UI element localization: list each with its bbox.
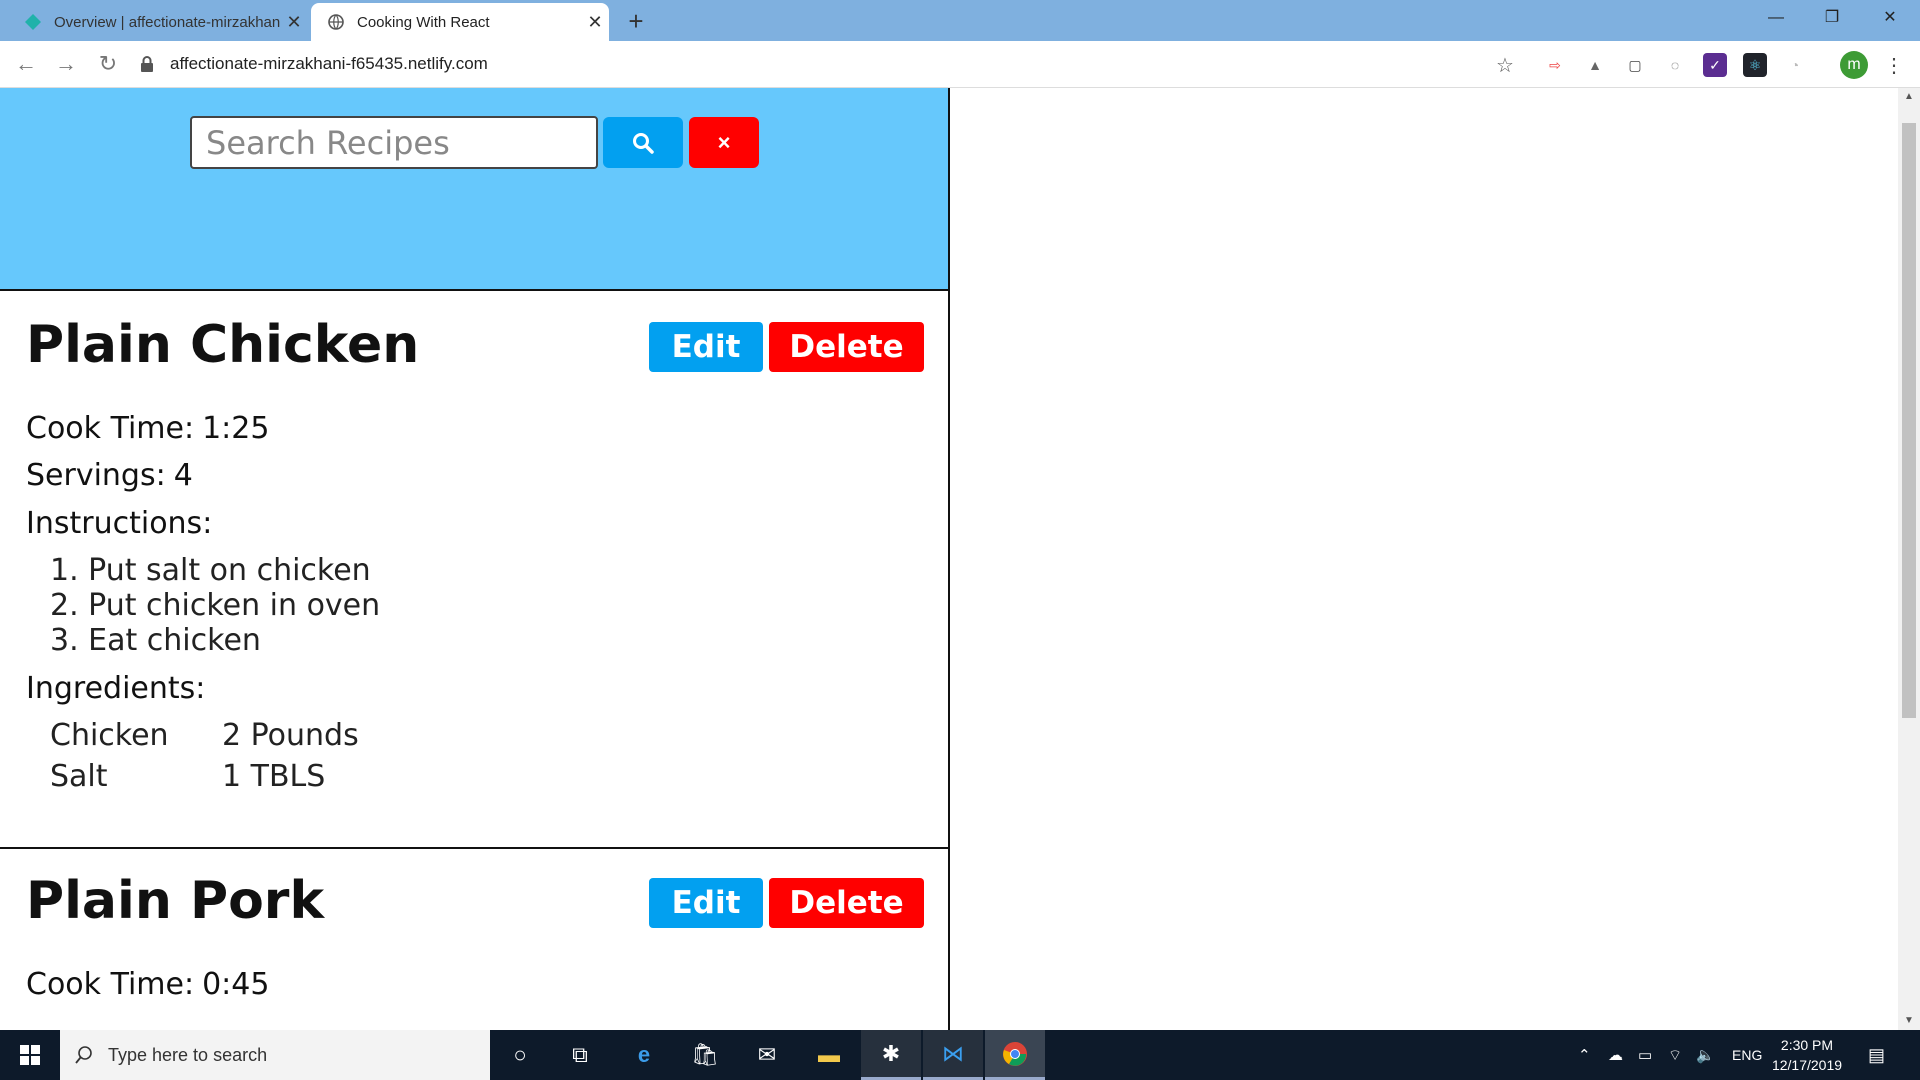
- cook-time-row: Cook Time: 0:45: [26, 967, 269, 1002]
- loading-extension-icon[interactable]: ◔: [1783, 53, 1807, 77]
- volume-icon[interactable]: 🔈: [1696, 1030, 1715, 1080]
- search-icon: [633, 132, 654, 154]
- delete-button[interactable]: Delete: [769, 322, 924, 372]
- cook-time-value: 1:25: [202, 411, 270, 446]
- action-center-icon[interactable]: ▤: [1868, 1030, 1885, 1080]
- recipe-list-pane: × Plain Chicken Edit Delete Cook Time:1:…: [0, 88, 950, 1030]
- restore-icon[interactable]: ❐: [1804, 0, 1860, 38]
- ingredient-amount: 1 TBLS: [222, 759, 326, 794]
- address-bar[interactable]: affectionate-mirzakhani-f65435.netlify.c…: [140, 46, 1515, 82]
- minimize-icon[interactable]: —: [1748, 0, 1804, 38]
- cook-time-label: Cook Time:: [26, 411, 195, 446]
- netlify-icon: [24, 13, 42, 31]
- browser-toolbar: ← → ↻ affectionate-mirzakhani-f65435.net…: [0, 41, 1920, 88]
- screenshot-icon[interactable]: ▢: [1623, 53, 1647, 77]
- search-input[interactable]: [190, 116, 598, 169]
- delete-button[interactable]: Delete: [769, 878, 924, 928]
- menu-kebab-icon[interactable]: ⋮: [1882, 53, 1906, 77]
- ingredient-name: Salt: [50, 759, 108, 794]
- servings-row: Servings: 4: [26, 458, 193, 493]
- url-text: affectionate-mirzakhani-f65435.netlify.c…: [170, 54, 488, 73]
- recipe-title: Plain Chicken: [26, 315, 420, 375]
- ingredient-name: Chicken: [50, 718, 169, 753]
- recipe-card: Plain Chicken Edit Delete Cook Time: 1:25…: [0, 291, 948, 849]
- tab-cooking-with-react[interactable]: Cooking With React ✕: [311, 3, 609, 41]
- instruction-item: 3. Eat chicken: [50, 623, 261, 658]
- file-explorer-icon[interactable]: ▬: [799, 1030, 859, 1080]
- tab-title: Overview | affectionate-mirzakhani-f6543…: [54, 13, 280, 31]
- globe-icon: [327, 13, 345, 31]
- cook-time-value: 0:45: [202, 967, 270, 1002]
- extension-circle-icon[interactable]: ◌: [1663, 53, 1687, 77]
- instruction-item: 2. Put chicken in oven: [50, 588, 381, 623]
- scroll-up-icon[interactable]: ▲: [1898, 88, 1920, 106]
- clock-date: 12/17/2019: [1771, 1057, 1843, 1073]
- tab-close-icon[interactable]: ✕: [280, 12, 308, 33]
- servings-label: Servings:: [26, 458, 166, 493]
- store-icon[interactable]: 🛍: [675, 1030, 735, 1080]
- browser-tab-strip: Overview | affectionate-mirzakhani-f6543…: [0, 0, 1920, 41]
- servings-value: 4: [173, 458, 193, 493]
- edit-button[interactable]: Edit: [649, 878, 763, 928]
- taskbar-search-box[interactable]: Type here to search: [60, 1030, 490, 1080]
- scroll-down-icon[interactable]: ▼: [1898, 1012, 1920, 1030]
- cook-time-label: Cook Time:: [26, 967, 195, 1002]
- mail-icon[interactable]: ✉: [737, 1030, 797, 1080]
- instruction-item: 1. Put salt on chicken: [50, 553, 371, 588]
- recipe-title: Plain Pork: [26, 871, 325, 931]
- wifi-icon[interactable]: ⌔: [1668, 1030, 1682, 1080]
- show-hidden-icons[interactable]: ⌃: [1578, 1030, 1591, 1080]
- ingredient-amount: 2 Pounds: [222, 718, 359, 753]
- windows-taskbar: Type here to search ○ ⧉ e 🛍 ✉ ▬ ✱ ⋈ ⌃ ☁ …: [0, 1030, 1920, 1080]
- page-viewport: × Plain Chicken Edit Delete Cook Time:1:…: [0, 88, 1920, 1030]
- lock-icon: [140, 56, 156, 72]
- search-button[interactable]: [603, 117, 683, 168]
- new-tab-button[interactable]: +: [620, 6, 652, 38]
- instructions-label: Instructions:: [26, 506, 213, 541]
- forward-icon[interactable]: →: [50, 49, 82, 81]
- close-window-icon[interactable]: ✕: [1862, 0, 1918, 38]
- scrollbar-thumb[interactable]: [1902, 123, 1916, 718]
- clear-search-button[interactable]: ×: [689, 117, 759, 168]
- taskbar-clock[interactable]: 2:30 PM 12/17/2019: [1766, 1035, 1848, 1075]
- windows-start-icon[interactable]: [0, 1030, 60, 1080]
- cook-time-row: Cook Time: 1:25: [26, 411, 269, 446]
- drive-icon[interactable]: ▲: [1583, 53, 1607, 77]
- tab-close-icon[interactable]: ✕: [581, 12, 609, 33]
- taskbar-search-placeholder: Type here to search: [108, 1044, 268, 1065]
- bookmark-star-icon[interactable]: ☆: [1493, 53, 1517, 77]
- ingredients-label: Ingredients:: [26, 671, 206, 706]
- check-extension-icon[interactable]: ✓: [1703, 53, 1727, 77]
- tab-title: Cooking With React: [357, 13, 490, 31]
- reload-icon[interactable]: ↻: [92, 49, 124, 81]
- tab-overview[interactable]: Overview | affectionate-mirzakhani-f6543…: [8, 3, 308, 41]
- clock-time: 2:30 PM: [1780, 1037, 1834, 1053]
- search-icon: [75, 1046, 92, 1064]
- slack-icon[interactable]: ✱: [861, 1030, 921, 1080]
- edit-button[interactable]: Edit: [649, 322, 763, 372]
- recipe-card: Plain Pork Edit Delete Cook Time: 0:45: [0, 849, 948, 1030]
- page-scrollbar[interactable]: ▲ ▼: [1898, 88, 1920, 1030]
- search-header: ×: [0, 88, 948, 291]
- edge-icon[interactable]: e: [614, 1030, 674, 1080]
- back-icon[interactable]: ←: [10, 49, 42, 81]
- vscode-icon[interactable]: ⋈: [923, 1030, 983, 1080]
- task-view-icon[interactable]: ⧉: [550, 1030, 610, 1080]
- onedrive-icon[interactable]: ☁: [1608, 1030, 1623, 1080]
- battery-icon[interactable]: ▭: [1638, 1030, 1652, 1080]
- profile-avatar[interactable]: m: [1840, 51, 1868, 79]
- language-indicator[interactable]: ENG: [1732, 1030, 1762, 1080]
- extension-cast-icon[interactable]: ⇨: [1543, 53, 1567, 77]
- chrome-icon[interactable]: [985, 1030, 1045, 1080]
- react-devtools-icon[interactable]: ⚛: [1743, 53, 1767, 77]
- cortana-icon[interactable]: ○: [490, 1030, 550, 1080]
